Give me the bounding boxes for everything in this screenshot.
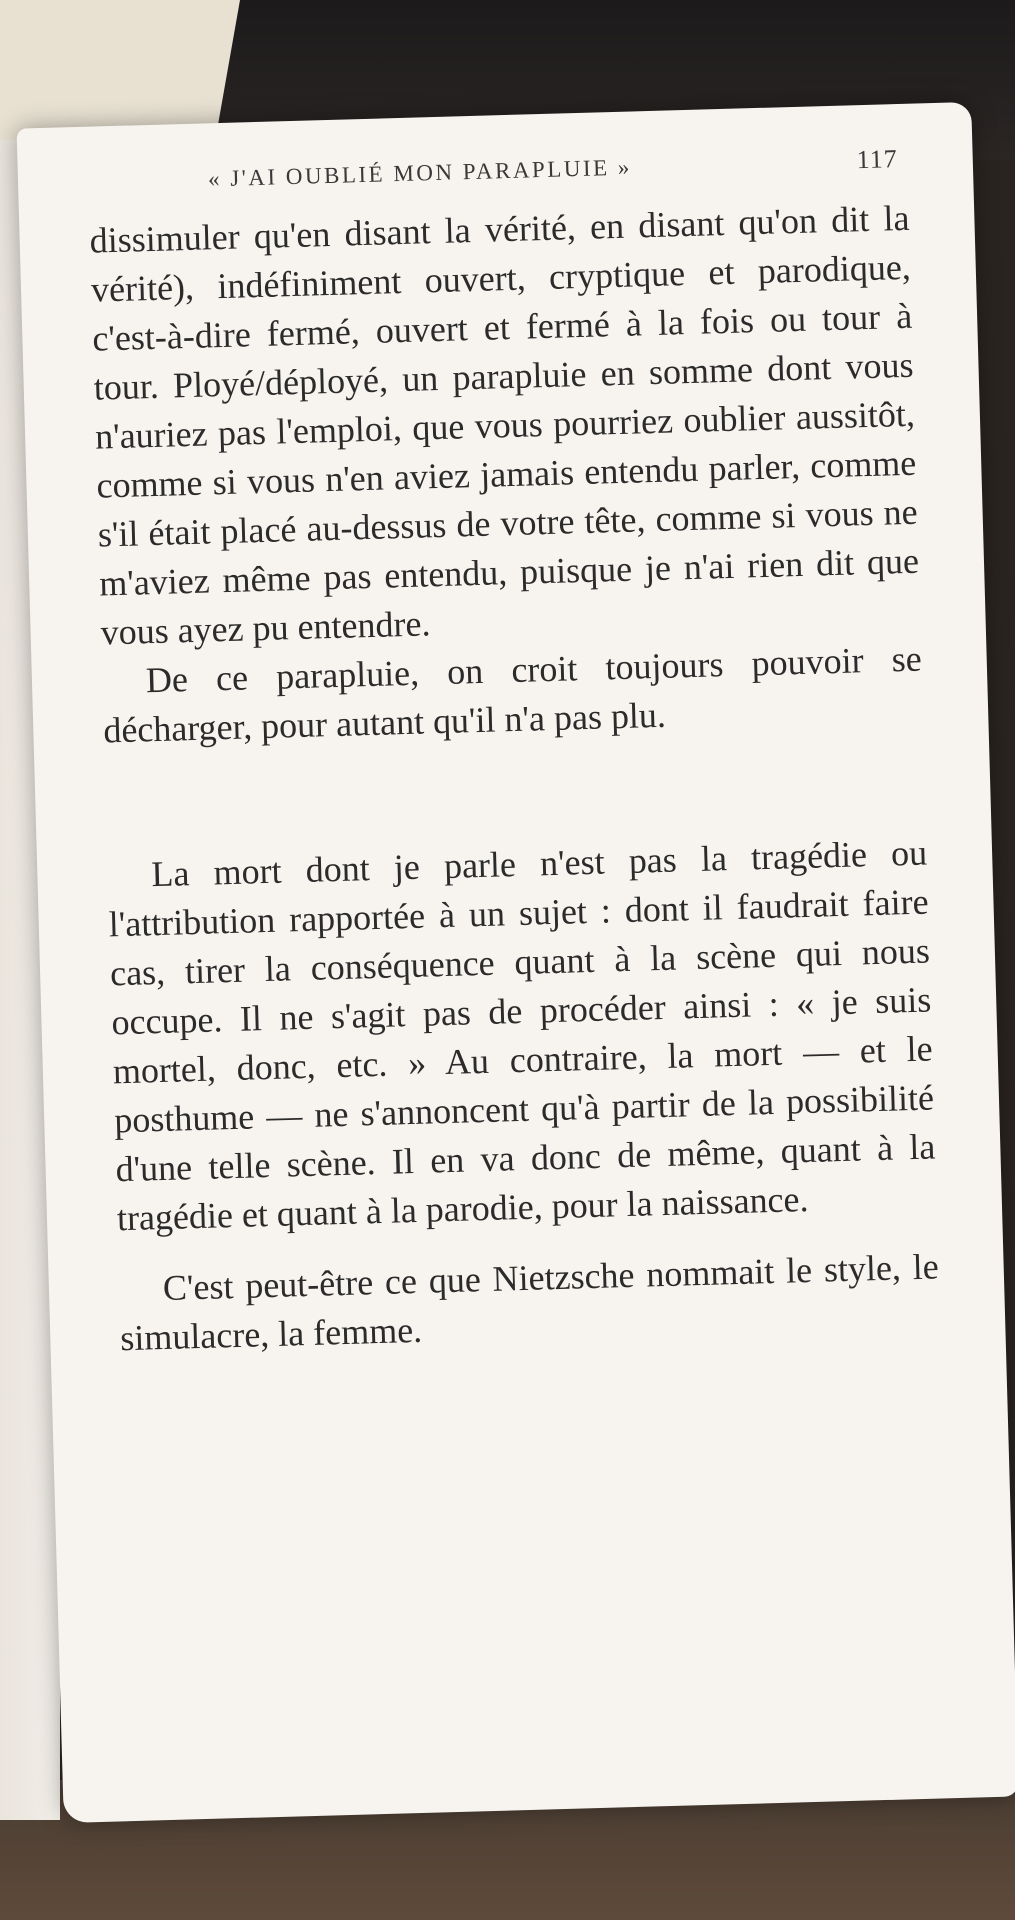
book-page: « J'AI OUBLIÉ MON PARAPLUIE » 117 dissim…	[16, 101, 1015, 1824]
previous-page-corner	[0, 0, 241, 140]
paragraph: La mort dont je parle n'est pas la tragé…	[108, 832, 936, 1239]
page-number: 117	[856, 144, 899, 175]
running-title: « J'AI OUBLIÉ MON PARAPLUIE »	[207, 154, 633, 192]
page-content: « J'AI OUBLIÉ MON PARAPLUIE » 117 dissim…	[88, 144, 941, 1363]
paragraph: dissimuler qu'en disant la vérité, en di…	[89, 197, 920, 653]
running-head: « J'AI OUBLIÉ MON PARAPLUIE » 117	[88, 144, 909, 197]
